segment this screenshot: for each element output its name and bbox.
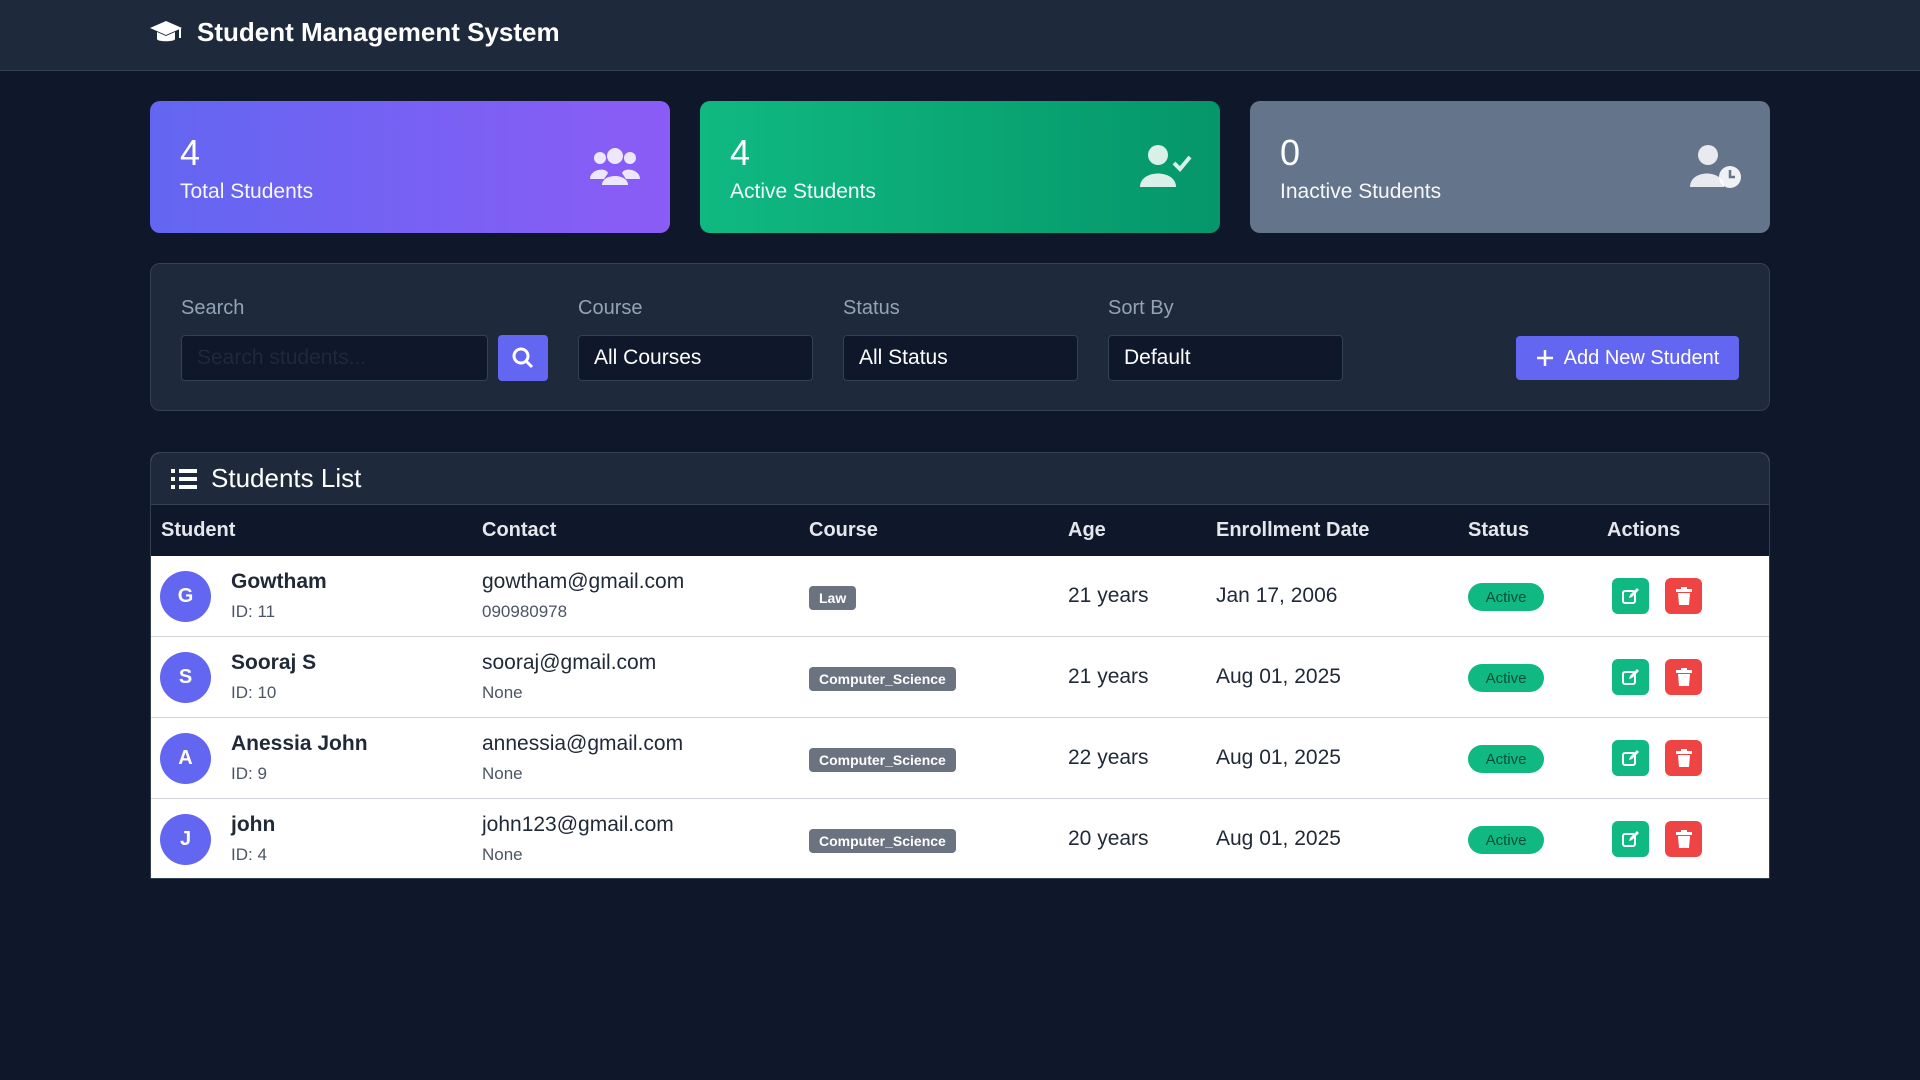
search-input[interactable] [181,335,488,381]
student-name: john [231,813,276,836]
student-name: Sooraj S [231,651,317,674]
trash-icon [1675,830,1692,848]
student-name: Gowtham [231,570,327,593]
filter-panel: Search Course All Courses Status All Sta… [150,263,1770,411]
avatar: A [160,733,211,784]
add-student-button[interactable]: Add New Student [1516,336,1739,380]
stat-value: 0 [1280,132,1301,173]
search-icon [512,347,534,369]
student-id: ID: 9 [231,764,267,783]
table-header: Student Contact Course Age Enrollment Da… [151,505,1769,556]
user-check-icon [1140,145,1192,187]
status-badge: Active [1468,826,1544,854]
table-row: A Anessia John ID: 9 annessia@gmail.com … [151,718,1769,799]
delete-button[interactable] [1665,821,1702,857]
student-email: john123@gmail.com [482,813,674,836]
avatar: S [160,652,211,703]
status-badge: Active [1468,583,1544,611]
course-badge: Computer_Science [809,829,956,853]
list-title: Students List [211,463,362,493]
student-email: gowtham@gmail.com [482,570,685,593]
edit-icon [1621,831,1639,847]
search-button[interactable] [498,335,548,381]
table-row: G Gowtham ID: 11 gowtham@gmail.com 09098… [151,556,1769,637]
course-badge: Law [809,586,857,610]
delete-button[interactable] [1665,740,1702,776]
stat-label: Active Students [730,180,876,203]
student-phone: None [482,845,523,864]
edit-button[interactable] [1612,821,1649,857]
stat-label: Inactive Students [1280,180,1442,203]
course-badge: Computer_Science [809,748,956,772]
course-label: Course [578,297,643,319]
edit-icon [1621,588,1639,604]
edit-button[interactable] [1612,659,1649,695]
students-list-panel: Students List Student Contact Course Age… [150,452,1770,879]
student-id: ID: 4 [231,845,267,864]
sort-select[interactable]: Default [1108,335,1343,381]
users-icon [590,148,640,185]
add-student-label: Add New Student [1563,346,1720,369]
student-age: 20 years [1068,827,1149,850]
navbar: Student Management System [0,0,1920,71]
edit-button[interactable] [1612,578,1649,614]
stat-card-active: 4 Active Students [700,101,1220,233]
column-header: Actions [1607,519,1681,541]
student-email: annessia@gmail.com [482,732,684,755]
edit-button[interactable] [1612,740,1649,776]
column-header[interactable]: Age [1068,519,1106,542]
column-header[interactable]: Enrollment Date [1216,519,1369,542]
stat-card-total: 4 Total Students [150,101,670,233]
column-header[interactable]: Contact [482,519,556,542]
student-id: ID: 11 [231,602,276,621]
enrollment-date: Aug 01, 2025 [1216,827,1341,850]
status-badge: Active [1468,664,1544,692]
trash-icon [1675,587,1692,605]
column-header[interactable]: Student [161,519,235,542]
brand[interactable]: Student Management System [149,17,560,48]
student-phone: 090980978 [482,602,568,621]
stat-value: 4 [730,132,751,173]
column-header[interactable]: Course [809,519,878,542]
avatar: J [160,814,211,865]
app-title: Student Management System [197,17,560,47]
status-badge: Active [1468,745,1544,773]
column-header[interactable]: Status [1468,519,1529,542]
course-badge: Computer_Science [809,667,956,691]
graduation-cap-icon [150,20,182,41]
student-age: 21 years [1068,584,1149,607]
student-name: Anessia John [231,732,368,755]
avatar: G [160,571,211,622]
trash-icon [1675,668,1692,686]
enrollment-date: Aug 01, 2025 [1216,665,1341,688]
search-label: Search [181,297,245,319]
delete-button[interactable] [1665,659,1702,695]
student-age: 22 years [1068,746,1149,769]
student-email: sooraj@gmail.com [482,651,657,674]
edit-icon [1621,669,1639,685]
student-id: ID: 10 [231,683,277,702]
stat-card-inactive: 0 Inactive Students [1250,101,1770,233]
edit-icon [1621,750,1639,766]
table-row: J john ID: 4 john123@gmail.com None Comp… [151,799,1769,878]
sort-label: Sort By [1108,297,1174,319]
enrollment-date: Jan 17, 2006 [1216,584,1338,607]
status-select[interactable]: All Status [843,335,1078,381]
delete-button[interactable] [1665,578,1702,614]
stat-value: 4 [180,132,201,173]
stat-label: Total Students [180,180,314,203]
student-phone: None [482,764,523,783]
student-phone: None [482,683,523,702]
table-row: S Sooraj S ID: 10 sooraj@gmail.com None … [151,637,1769,718]
list-icon [171,468,197,489]
course-select[interactable]: All Courses [578,335,813,381]
user-clock-icon [1690,145,1741,188]
status-label: Status [843,297,900,319]
plus-icon [1536,350,1553,366]
trash-icon [1675,749,1692,767]
student-age: 21 years [1068,665,1149,688]
list-header: Students List [151,453,1769,505]
enrollment-date: Aug 01, 2025 [1216,746,1341,769]
